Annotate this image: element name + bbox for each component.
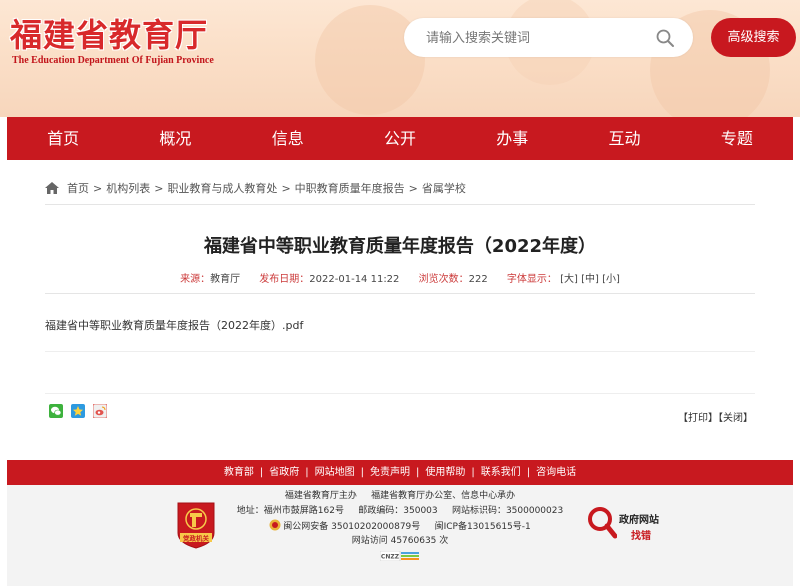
weibo-icon[interactable] xyxy=(93,404,107,418)
article-meta: 来源：教育厅 发布日期：2022-01-14 11:22 浏览次数：222 字体… xyxy=(7,270,793,285)
close-button[interactable]: 【关闭】 xyxy=(718,413,753,424)
footer-link-contact[interactable]: 联系我们 xyxy=(481,467,521,478)
footer-link-help[interactable]: 使用帮助 xyxy=(425,467,465,478)
footer-postcode: 邮政编码：350003 xyxy=(358,506,438,516)
footer-visit-count: 网站访问 45760635 次 xyxy=(351,536,449,546)
breadcrumb-provincial-schools[interactable]: 省属学校 xyxy=(422,180,466,196)
advanced-search-button[interactable]: 高级搜索 xyxy=(711,18,796,57)
date-value: 2022-01-14 11:22 xyxy=(309,274,400,285)
date-label: 发布日期： xyxy=(259,274,310,285)
breadcrumb-vocational-dept[interactable]: 职业教育与成人教育处 xyxy=(167,180,277,196)
print-button[interactable]: 【打印】 xyxy=(678,413,718,424)
breadcrumb-org-list[interactable]: 机构列表 xyxy=(106,180,150,196)
cnzz-stat-icon[interactable]: CNZZ xyxy=(380,550,420,561)
footer-link-hotline[interactable]: 咨询电话 xyxy=(536,467,576,478)
share-bar xyxy=(49,404,107,418)
footer-address: 地址：福州市鼓屏路162号 xyxy=(236,506,344,516)
nav-item-info[interactable]: 信息 xyxy=(232,117,344,160)
source-value: 教育厅 xyxy=(210,274,241,285)
breadcrumb-annual-report[interactable]: 中职教育质量年度报告 xyxy=(295,180,405,196)
nav-item-interaction[interactable]: 互动 xyxy=(568,117,680,160)
site-header: 福建省教育厅 The Education Department Of Fujia… xyxy=(0,0,800,117)
views-value: 222 xyxy=(468,274,488,285)
wechat-icon[interactable] xyxy=(49,404,63,418)
main-nav: 首页 概况 信息 公开 办事 互动 专题 xyxy=(7,117,793,160)
footer-sponsor: 福建省教育厅主办 xyxy=(284,491,357,501)
site-footer: 党政机关 福建省教育厅主办 福建省教育厅办公室、信息中心承办 地址：福州市鼓屏路… xyxy=(7,485,793,586)
footer-link-moe[interactable]: 教育部 xyxy=(224,467,254,478)
font-small-button[interactable]: [小] xyxy=(602,274,620,285)
footer-site-code: 网站标识码：3500000023 xyxy=(451,506,564,516)
nav-item-services[interactable]: 办事 xyxy=(456,117,568,160)
article-title: 福建省中等职业教育质量年度报告（2022年度） xyxy=(203,236,597,257)
divider xyxy=(45,393,755,394)
qzone-icon[interactable] xyxy=(71,404,85,418)
footer-icp-record[interactable]: 闽ICP备13015615号-1 xyxy=(435,522,531,532)
breadcrumb-home[interactable]: 首页 xyxy=(67,180,89,196)
nav-item-public[interactable]: 公开 xyxy=(344,117,456,160)
article-content: 首页 > 机构列表 > 职业教育与成人教育处 > 中职教育质量年度报告 > 省属… xyxy=(7,160,793,460)
nav-item-overview[interactable]: 概况 xyxy=(119,117,231,160)
site-logo-subtitle: The Education Department Of Fujian Provi… xyxy=(12,55,214,66)
breadcrumb: 首页 > 机构列表 > 职业教育与成人教育处 > 中职教育质量年度报告 > 省属… xyxy=(45,180,466,196)
zhaocuo-subtitle: 找错 xyxy=(631,531,651,542)
source-label: 来源： xyxy=(180,274,211,285)
footer-police-record[interactable]: 闽公网安备 35010202000879号 xyxy=(283,522,420,532)
breadcrumb-separator: > xyxy=(154,181,164,195)
font-medium-button[interactable]: [中] xyxy=(581,274,599,285)
cnzz-text: CNZZ xyxy=(381,553,400,560)
search-box xyxy=(404,18,693,57)
zhaocuo-link[interactable]: 政府网站 找错 xyxy=(587,503,677,543)
divider xyxy=(45,351,755,352)
breadcrumb-separator: > xyxy=(281,181,291,195)
article-tools: 【打印】【关闭】 xyxy=(678,409,753,424)
breadcrumb-separator: > xyxy=(93,181,103,195)
views-label: 浏览次数： xyxy=(418,274,469,285)
attachment-link[interactable]: 福建省中等职业教育质量年度报告（2022年度）.pdf xyxy=(45,317,303,333)
search-icon[interactable] xyxy=(655,28,675,48)
footer-link-province[interactable]: 省政府 xyxy=(269,467,299,478)
nav-item-home[interactable]: 首页 xyxy=(7,117,119,160)
site-logo-title[interactable]: 福建省教育厅 xyxy=(10,10,208,56)
footer-link-sitemap[interactable]: 网站地图 xyxy=(315,467,355,478)
zhaocuo-title: 政府网站 xyxy=(619,515,659,526)
police-icon xyxy=(269,519,281,531)
font-size-label: 字体显示： xyxy=(506,274,557,285)
search-input[interactable] xyxy=(426,28,646,48)
breadcrumb-separator: > xyxy=(408,181,418,195)
zhaocuo-icon xyxy=(588,507,617,539)
footer-link-disclaimer[interactable]: 免责声明 xyxy=(370,467,410,478)
footer-links: 教育部 | 省政府 | 网站地图 | 免责声明 | 使用帮助 | 联系我们 | 咨询电话 xyxy=(7,460,793,485)
font-large-button[interactable]: [大] xyxy=(560,274,578,285)
divider xyxy=(45,204,755,205)
nav-item-topics[interactable]: 专题 xyxy=(681,117,793,160)
divider xyxy=(45,293,755,294)
footer-organizer: 福建省教育厅办公室、信息中心承办 xyxy=(371,491,516,501)
home-icon xyxy=(45,182,59,194)
